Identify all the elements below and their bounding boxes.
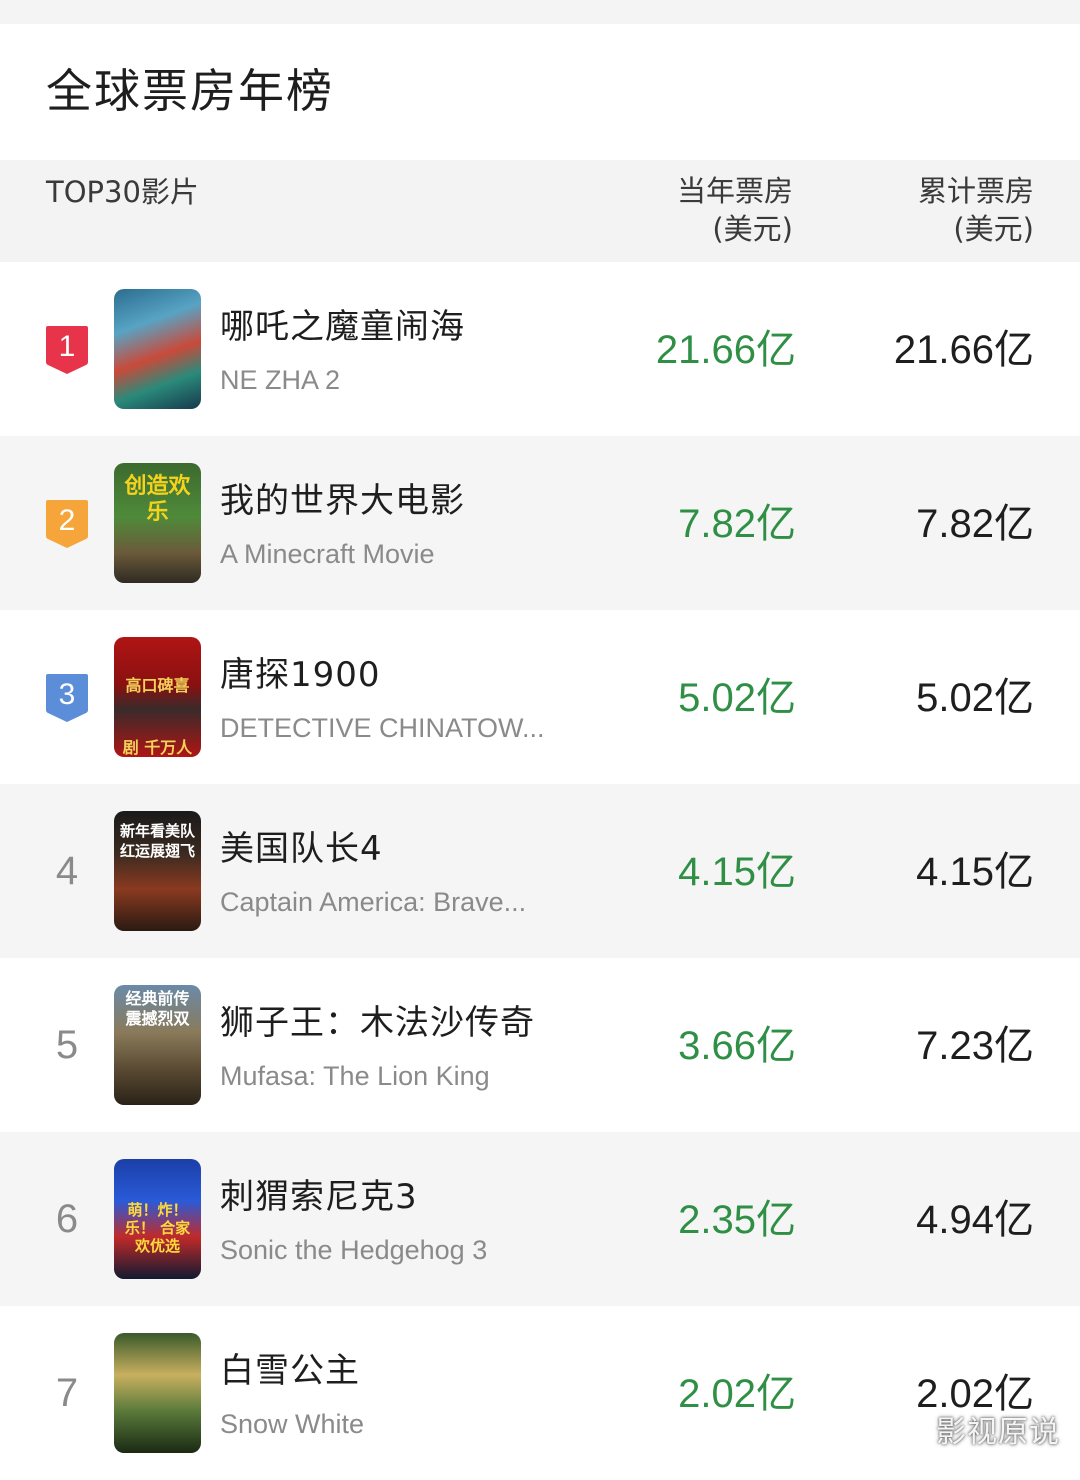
year-header-line2: (美元) [712, 212, 793, 246]
poster-text: 新年看美队 红运展翅飞 [119, 822, 195, 860]
movie-poster[interactable] [114, 289, 201, 409]
movie-title-en: NE ZHA 2 [220, 365, 341, 395]
movie-title-cn[interactable]: 白雪公主 [220, 1348, 360, 1394]
movie-title-cn[interactable]: 我的世界大电影 [220, 478, 465, 524]
movie-title-en: Sonic the Hedgehog 3 [220, 1235, 488, 1265]
total-header-line1: 累计票房 [917, 174, 1034, 208]
movie-poster[interactable]: 创造欢乐 [114, 463, 201, 583]
movie-row[interactable]: 1 哪吒之魔童闹海 NE ZHA 2 21.66亿 21.66亿 [0, 262, 1080, 436]
movie-title-cn[interactable]: 刺猬索尼克3 [220, 1174, 418, 1220]
table-header: TOP30影片 当年票房 (美元) 累计票房 (美元) [0, 160, 1080, 262]
movie-title-cn[interactable]: 哪吒之魔童闹海 [220, 304, 465, 350]
year-box-office-value: 2.02亿 [678, 1372, 796, 1416]
total-box-office-header[interactable]: 累计票房 (美元) [918, 172, 1034, 248]
movie-title-en: Captain America: Brave... [220, 887, 527, 917]
year-box-office-value: 7.82亿 [678, 502, 796, 546]
movie-row[interactable]: 3 高口碑喜剧 千万人催笑 唐探1900 DETECTIVE CHINATOW.… [0, 610, 1080, 784]
movie-title-en: Mufasa: The Lion King [220, 1061, 490, 1091]
poster-text: 创造欢乐 [124, 473, 191, 525]
watermark: 影视原说 [936, 1415, 1060, 1450]
total-box-office-value: 4.15亿 [916, 850, 1034, 894]
total-header-line2: (美元) [953, 212, 1034, 246]
top-strip [0, 0, 1080, 24]
rank-badge-bronze: 3 [44, 672, 90, 724]
movie-title-en: Snow White [220, 1409, 365, 1439]
rank-number: 5 [55, 1023, 79, 1067]
movie-poster[interactable]: 经典前传 震撼烈双 [114, 985, 201, 1105]
total-box-office-value: 5.02亿 [916, 676, 1034, 720]
total-box-office-value: 21.66亿 [893, 328, 1034, 372]
movie-poster[interactable] [114, 1333, 201, 1453]
total-box-office-value: 4.94亿 [916, 1198, 1034, 1242]
year-box-office-value: 5.02亿 [678, 676, 796, 720]
rank-number: 1 [58, 330, 76, 363]
movie-title-cn[interactable]: 唐探1900 [220, 652, 381, 698]
movie-poster[interactable]: 萌！炸！乐！ 合家欢优选 [114, 1159, 201, 1279]
total-box-office-value: 7.23亿 [916, 1024, 1034, 1068]
movie-poster[interactable]: 新年看美队 红运展翅飞 [114, 811, 201, 931]
movie-title-cn[interactable]: 狮子王：木法沙传奇 [220, 1000, 535, 1046]
poster-text: 经典前传 震撼烈双 [125, 989, 190, 1028]
movie-row[interactable]: 4 新年看美队 红运展翅飞 美国队长4 Captain America: Bra… [0, 784, 1080, 958]
rank-number: 4 [55, 849, 79, 893]
movie-poster[interactable]: 高口碑喜剧 千万人催笑 [114, 637, 201, 757]
rank-number: 6 [55, 1197, 79, 1241]
movie-title-en: DETECTIVE CHINATOW... [220, 713, 545, 743]
movie-row[interactable]: 7 白雪公主 Snow White 2.02亿 2.02亿 [0, 1306, 1080, 1480]
film-column-header: TOP30影片 [46, 175, 199, 209]
movie-title-en: A Minecraft Movie [220, 539, 435, 569]
year-header-line1: 当年票房 [676, 174, 793, 208]
rank-badge-silver: 2 [44, 498, 90, 550]
page-title: 全球票房年榜 [46, 64, 334, 118]
year-box-office-value: 21.66亿 [655, 328, 796, 372]
movie-row[interactable]: 2 创造欢乐 我的世界大电影 A Minecraft Movie 7.82亿 7… [0, 436, 1080, 610]
poster-text: 萌！炸！乐！ 合家欢优选 [124, 1201, 191, 1255]
rank-number: 7 [55, 1371, 79, 1415]
total-box-office-value: 7.82亿 [916, 502, 1034, 546]
year-box-office-value: 2.35亿 [678, 1198, 796, 1242]
movie-list: 1 哪吒之魔童闹海 NE ZHA 2 21.66亿 21.66亿 2 创造欢乐 … [0, 262, 1080, 1480]
rank-number: 2 [58, 504, 76, 537]
movie-row[interactable]: 6 萌！炸！乐！ 合家欢优选 刺猬索尼克3 Sonic the Hedgehog… [0, 1132, 1080, 1306]
movie-row[interactable]: 5 经典前传 震撼烈双 狮子王：木法沙传奇 Mufasa: The Lion K… [0, 958, 1080, 1132]
year-box-office-value: 4.15亿 [678, 850, 796, 894]
year-box-office-value: 3.66亿 [678, 1024, 796, 1068]
movie-title-cn[interactable]: 美国队长4 [220, 826, 383, 872]
poster-text: 高口碑喜剧 千万人催笑 [122, 676, 193, 757]
rank-badge-gold: 1 [44, 324, 90, 376]
rank-number: 3 [58, 678, 76, 711]
year-box-office-header[interactable]: 当年票房 (美元) [677, 172, 793, 248]
